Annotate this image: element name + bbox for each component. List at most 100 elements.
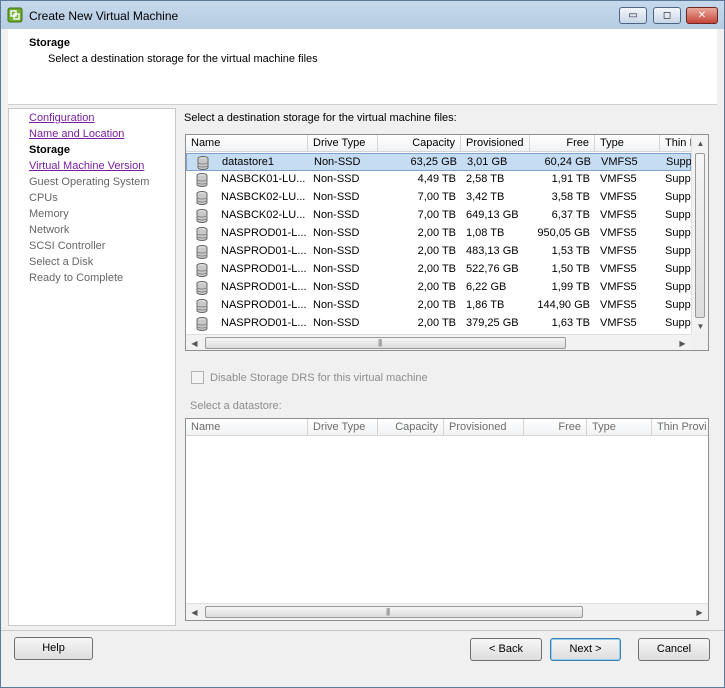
datastore-row[interactable]: NASPROD01-L... Non-SSD 2,00 TB 379,25 GB 1,6… — [186, 315, 691, 333]
datastore-cell: VMFS5 — [600, 281, 637, 293]
datastore-cell: NASPROD01-L... — [221, 245, 307, 257]
datastore-cell: NASPROD01-L... — [221, 317, 307, 329]
col2-capacity[interactable]: Capacity — [378, 419, 444, 436]
nav-step-configuration[interactable]: Configuration — [29, 112, 94, 124]
col-drive-type[interactable]: Drive Type — [308, 135, 378, 152]
datastore-icon — [196, 263, 208, 277]
scroll-right-arrow-icon[interactable]: ▶ — [674, 335, 691, 350]
datastore-cell: NASBCK02-LU... — [221, 191, 306, 203]
datastore-icon — [196, 191, 208, 205]
datastore-cell: 63,25 GB — [410, 156, 457, 168]
col-capacity[interactable]: Capacity — [378, 135, 461, 152]
nav-step-name-and-location[interactable]: Name and Location — [29, 128, 124, 140]
datastore-cell: 2,00 TB — [417, 281, 456, 293]
datastore-icon — [197, 156, 209, 170]
scroll-corner — [691, 333, 708, 350]
disable-sdrs-checkbox[interactable] — [191, 371, 204, 384]
datastore-cell: 4,49 TB — [417, 173, 456, 185]
col2-name[interactable]: Name — [186, 419, 308, 436]
datastore-row[interactable]: datastore1 Non-SSD 63,25 GB 3,01 GB 60,24 GB… — [186, 153, 692, 171]
datastore-cell: 2,00 TB — [417, 299, 456, 311]
col2-provisioned[interactable]: Provisioned — [444, 419, 524, 436]
datastore-cell: NASPROD01-L... — [221, 299, 307, 311]
title-bar[interactable]: Create New Virtual Machine ▭ ◻ ✕ — [1, 1, 724, 29]
datastore-cell: Non-SSD — [313, 173, 360, 185]
datastore-cell: 1,50 TB — [551, 263, 590, 275]
nav-step-memory: Memory — [29, 208, 69, 220]
datastore-select-table[interactable]: Name Drive Type Capacity Provisioned Fre… — [185, 418, 709, 621]
datastore-row[interactable]: NASPROD01-L... Non-SSD 2,00 TB 1,08 TB 950,0… — [186, 225, 691, 243]
col-type[interactable]: Type — [595, 135, 660, 152]
datastore-row[interactable]: NASPROD01-L... Non-SSD 2,00 TB 522,76 GB 1,5… — [186, 261, 691, 279]
nav-step-vm-version[interactable]: Virtual Machine Version — [29, 160, 144, 172]
datastore-cell: 3,01 GB — [467, 156, 508, 168]
datastore-cell: 2,00 TB — [417, 245, 456, 257]
datastore-cell: 1,86 TB — [466, 299, 505, 311]
datastore-vscroll[interactable]: ▲ ▼ — [691, 135, 708, 335]
close-button[interactable]: ✕ — [686, 7, 718, 24]
scroll-left-arrow-icon[interactable]: ◀ — [186, 335, 203, 350]
datastore-table[interactable]: Name Drive Type Capacity Provisioned Fre… — [185, 134, 709, 351]
col2-free[interactable]: Free — [524, 419, 587, 436]
datastore-table-header: Name Drive Type Capacity Provisioned Fre… — [186, 135, 708, 152]
datastore-cell: 522,76 GB — [466, 263, 519, 275]
vscroll-thumb[interactable] — [695, 153, 705, 318]
wizard-steps-nav: Configuration Name and Location Storage … — [8, 108, 176, 626]
col2-thin-provisioning[interactable]: Thin Provi — [652, 419, 708, 436]
col2-drive-type[interactable]: Drive Type — [308, 419, 378, 436]
scroll-grip-icon: ||| — [378, 338, 382, 347]
datastore-cell: VMFS5 — [600, 263, 637, 275]
datastore-row[interactable]: NASPROD01-L... Non-SSD 2,00 TB 6,22 GB 1,99 … — [186, 279, 691, 297]
datastore-cell: NASPROD01-L... — [221, 281, 307, 293]
datastore-cell: VMFS5 — [600, 245, 637, 257]
datastore-cell: 649,13 GB — [466, 209, 519, 221]
help-button[interactable]: Help — [14, 637, 93, 660]
datastore-row[interactable]: NASBCK02-LU... Non-SSD 7,00 TB 3,42 TB 3,58 … — [186, 189, 691, 207]
datastore-row[interactable]: NASBCK02-LU... Non-SSD 7,00 TB 649,13 GB 6,3… — [186, 207, 691, 225]
scroll-grip-icon: ||| — [386, 607, 390, 616]
datastore-select-hscroll[interactable]: ◀ ||| ▶ — [186, 603, 708, 620]
back-button[interactable]: < Back — [470, 638, 542, 661]
scroll-left-arrow-icon[interactable]: ◀ — [186, 604, 203, 620]
datastore-icon — [196, 245, 208, 259]
datastore-cell: VMFS5 — [600, 299, 637, 311]
datastore-cell: 1,08 TB — [466, 227, 505, 239]
hscroll-thumb[interactable]: ||| — [205, 606, 583, 618]
datastore-icon — [196, 173, 208, 187]
datastore-cell: VMFS5 — [600, 317, 637, 329]
cancel-button[interactable]: Cancel — [638, 638, 710, 661]
hscroll-thumb[interactable]: ||| — [205, 337, 566, 349]
maximize-button[interactable]: ◻ — [653, 7, 681, 24]
datastore-cell: 6,37 TB — [551, 209, 590, 221]
scroll-right-arrow-icon[interactable]: ▶ — [691, 604, 708, 620]
vsphere-app-icon — [7, 7, 23, 23]
scroll-up-arrow-icon[interactable]: ▲ — [692, 135, 708, 152]
col-free[interactable]: Free — [530, 135, 595, 152]
datastore-cell: Non-SSD — [313, 281, 360, 293]
col2-type[interactable]: Type — [587, 419, 652, 436]
datastore-cell: 1,99 TB — [551, 281, 590, 293]
datastore-cell: 2,00 TB — [417, 317, 456, 329]
datastore-row[interactable]: NASPROD01-L... Non-SSD 2,00 TB 483,13 GB 1,5… — [186, 243, 691, 261]
datastore-cell: VMFS5 — [600, 191, 637, 203]
select-datastore-label: Select a datastore: — [190, 400, 282, 412]
datastore-cell: 144,90 GB — [537, 299, 590, 311]
datastore-cell: 950,05 GB — [537, 227, 590, 239]
datastore-cell: 3,42 TB — [466, 191, 505, 203]
next-button[interactable]: Next > — [550, 638, 621, 661]
datastore-cell: VMFS5 — [600, 209, 637, 221]
datastore-cell: 2,00 TB — [417, 263, 456, 275]
datastore-row[interactable]: NASPROD01-L... Non-SSD 2,00 TB 1,86 TB 144,9… — [186, 297, 691, 315]
datastore-cell: Non-SSD — [313, 263, 360, 275]
datastore-icon — [196, 299, 208, 313]
datastore-cell: 1,91 TB — [551, 173, 590, 185]
minimize-button[interactable]: ▭ — [619, 7, 647, 24]
datastore-row[interactable]: NASBCK01-LU... Non-SSD 4,49 TB 2,58 TB 1,91 … — [186, 171, 691, 189]
datastore-cell: NASBCK02-LU... — [221, 209, 306, 221]
datastore-hscroll[interactable]: ◀ ||| ▶ — [186, 334, 691, 350]
wizard-header: Storage Select a destination storage for… — [8, 29, 717, 105]
col-provisioned[interactable]: Provisioned — [461, 135, 530, 152]
datastore-cell: Non-SSD — [313, 245, 360, 257]
datastore-cell: Non-SSD — [313, 191, 360, 203]
col-name[interactable]: Name — [186, 135, 308, 152]
